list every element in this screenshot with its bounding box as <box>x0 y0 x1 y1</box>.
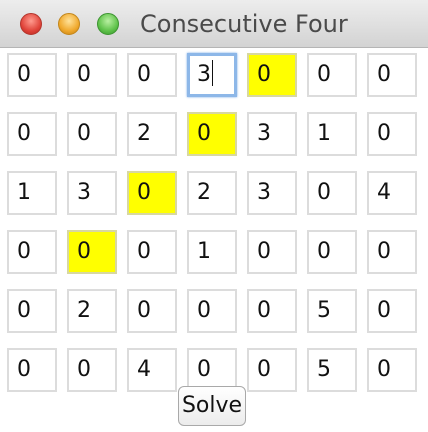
cell-value: 3 <box>197 62 211 87</box>
grid-cell[interactable]: 4 <box>367 171 417 215</box>
grid-cell[interactable]: 0 <box>7 112 57 156</box>
cell-value: 0 <box>257 357 271 382</box>
cell-value: 3 <box>77 180 91 205</box>
cell-value: 0 <box>377 357 391 382</box>
number-grid: 0 0 0 3 0 0 0 0 0 2 0 3 1 0 1 3 0 2 3 0 4 0 0 0 1 0 0 0 0 2 0 0 0 5 0 0 0 4 0 0… <box>7 53 417 392</box>
grid-cell[interactable]: 0 <box>7 289 57 333</box>
cell-value: 0 <box>17 357 31 382</box>
cell-value: 0 <box>257 62 271 87</box>
grid-cell[interactable]: 1 <box>187 230 237 274</box>
cell-value: 0 <box>197 357 211 382</box>
grid-cell[interactable]: 2 <box>127 112 177 156</box>
cell-value: 1 <box>17 180 31 205</box>
cell-value: 0 <box>317 62 331 87</box>
grid-cell[interactable]: 0 <box>307 53 357 97</box>
text-caret <box>212 60 213 86</box>
grid-cell[interactable]: 0 <box>127 230 177 274</box>
cell-value: 2 <box>197 180 211 205</box>
cell-value: 4 <box>377 180 391 205</box>
cell-value: 0 <box>77 62 91 87</box>
cell-value: 0 <box>137 180 151 205</box>
cell-value: 0 <box>257 239 271 264</box>
grid-cell[interactable]: 0 <box>7 53 57 97</box>
grid-cell[interactable]: 0 <box>367 348 417 392</box>
cell-value: 0 <box>77 239 91 264</box>
grid-cell[interactable]: 0 <box>127 53 177 97</box>
cell-value: 0 <box>17 298 31 323</box>
cell-value: 2 <box>77 298 91 323</box>
cell-value: 0 <box>17 121 31 146</box>
grid-cell[interactable]: 0 <box>7 348 57 392</box>
cell-value: 5 <box>317 357 331 382</box>
grid-cell[interactable]: 0 <box>7 230 57 274</box>
cell-value: 0 <box>377 298 391 323</box>
grid-cell[interactable]: 0 <box>187 289 237 333</box>
cell-value: 3 <box>257 121 271 146</box>
grid-cell[interactable]: 0 <box>307 230 357 274</box>
cell-value: 3 <box>257 180 271 205</box>
cell-value: 0 <box>317 239 331 264</box>
grid-cell[interactable]: 3 <box>67 171 117 215</box>
grid-cell[interactable]: 2 <box>187 171 237 215</box>
grid-cell[interactable]: 0 <box>367 230 417 274</box>
grid-cell[interactable]: 0 <box>127 171 177 215</box>
grid-cell[interactable]: 0 <box>187 112 237 156</box>
cell-value: 1 <box>317 121 331 146</box>
cell-value: 0 <box>257 298 271 323</box>
grid-cell[interactable]: 2 <box>67 289 117 333</box>
grid-cell[interactable]: 1 <box>7 171 57 215</box>
cell-value: 2 <box>137 121 151 146</box>
grid-cell[interactable]: 0 <box>127 289 177 333</box>
cell-value: 0 <box>377 121 391 146</box>
cell-value: 0 <box>197 121 211 146</box>
grid-cell[interactable]: 0 <box>367 53 417 97</box>
zoom-icon[interactable] <box>97 13 119 35</box>
grid-cell[interactable]: 5 <box>307 348 357 392</box>
cell-value: 0 <box>197 298 211 323</box>
cell-value: 0 <box>137 298 151 323</box>
grid-cell[interactable]: 1 <box>307 112 357 156</box>
solve-button[interactable]: Solve <box>178 386 246 426</box>
cell-value: 1 <box>197 239 211 264</box>
cell-value: 4 <box>137 357 151 382</box>
cell-value: 0 <box>377 62 391 87</box>
cell-value: 0 <box>137 239 151 264</box>
app-window: Consecutive Four 00030000020310130230400… <box>0 0 428 432</box>
grid-cell[interactable]: 0 <box>247 348 297 392</box>
grid-cell[interactable]: 0 <box>367 112 417 156</box>
grid-cell[interactable]: 3 <box>247 171 297 215</box>
cell-value: 0 <box>17 62 31 87</box>
grid-cell[interactable]: 3 <box>187 53 237 97</box>
window-title: Consecutive Four <box>140 10 348 38</box>
cell-value: 0 <box>137 62 151 87</box>
grid-cell[interactable]: 0 <box>247 53 297 97</box>
grid-cell[interactable]: 3 <box>247 112 297 156</box>
grid-cell[interactable]: 0 <box>67 112 117 156</box>
cell-value: 0 <box>17 239 31 264</box>
grid-cell[interactable]: 0 <box>67 348 117 392</box>
grid-cell[interactable]: 4 <box>127 348 177 392</box>
title-bar: Consecutive Four <box>0 0 428 48</box>
cell-value: 5 <box>317 298 331 323</box>
grid-cell[interactable]: 0 <box>307 171 357 215</box>
close-icon[interactable] <box>20 13 42 35</box>
minimize-icon[interactable] <box>58 13 80 35</box>
cell-value: 0 <box>317 180 331 205</box>
grid-cell[interactable]: 5 <box>307 289 357 333</box>
grid-cell[interactable]: 0 <box>67 230 117 274</box>
grid-cell[interactable]: 0 <box>67 53 117 97</box>
grid-cell[interactable]: 0 <box>367 289 417 333</box>
cell-value: 0 <box>77 121 91 146</box>
cell-value: 0 <box>377 239 391 264</box>
grid-cell[interactable]: 0 <box>247 230 297 274</box>
grid-cell[interactable]: 0 <box>247 289 297 333</box>
cell-value: 0 <box>77 357 91 382</box>
